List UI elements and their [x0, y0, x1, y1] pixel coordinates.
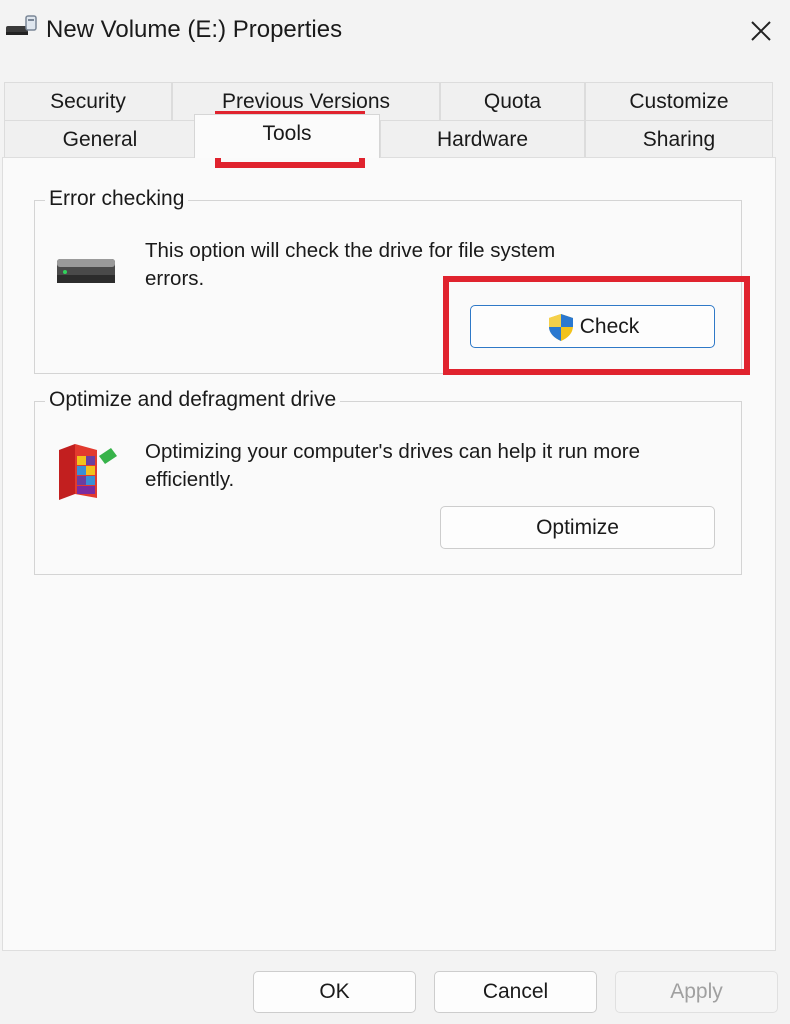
title-bar: New Volume (E:) Properties [0, 0, 790, 64]
tab-label: Hardware [436, 127, 529, 151]
check-button[interactable]: Check [470, 305, 715, 348]
hard-drive-icon [55, 253, 117, 292]
optimize-button[interactable]: Optimize [440, 506, 715, 549]
tab-security[interactable]: Security [4, 82, 172, 120]
tab-sharing[interactable]: Sharing [585, 120, 773, 158]
window-title: New Volume (E:) Properties [46, 16, 343, 43]
error-checking-description: This option will check the drive for fil… [145, 237, 555, 293]
optimize-button-label: Optimize [536, 515, 619, 539]
uac-shield-icon [546, 312, 576, 342]
description-line: Optimizing your computer's drives can he… [145, 440, 640, 463]
tab-label: General [62, 127, 138, 151]
description-line: efficiently. [145, 468, 235, 491]
description-line: errors. [145, 267, 205, 290]
drive-icon [4, 14, 40, 42]
tab-customize[interactable]: Customize [585, 82, 773, 120]
tab-label: Sharing [642, 127, 716, 151]
tab-label: Customize [629, 89, 729, 113]
tab-quota[interactable]: Quota [440, 82, 585, 120]
defrag-icon [53, 438, 119, 507]
ok-button[interactable]: OK [253, 971, 416, 1013]
tab-label: Previous Versions [221, 89, 391, 113]
group-title: Error checking [45, 187, 189, 211]
tab-label: Tools [262, 121, 312, 145]
close-icon [751, 21, 771, 41]
tab-label: Security [50, 89, 126, 113]
cancel-button-label: Cancel [482, 980, 549, 1003]
tab-hardware[interactable]: Hardware [380, 120, 585, 158]
apply-button-label: Apply [670, 980, 723, 1003]
group-title: Optimize and defragment drive [45, 388, 341, 412]
apply-button[interactable]: Apply [615, 971, 778, 1013]
close-button[interactable] [738, 8, 784, 54]
optimize-description: Optimizing your computer's drives can he… [145, 438, 640, 494]
description-line: This option will check the drive for fil… [145, 239, 556, 262]
check-button-label: Check [579, 314, 640, 338]
tab-tools[interactable]: Tools [194, 114, 380, 158]
dialog-footer: OK Cancel Apply [0, 952, 790, 1024]
tab-general[interactable]: General [4, 120, 196, 158]
ok-button-label: OK [319, 980, 350, 1003]
cancel-button[interactable]: Cancel [434, 971, 597, 1013]
tab-label: Quota [483, 89, 542, 113]
